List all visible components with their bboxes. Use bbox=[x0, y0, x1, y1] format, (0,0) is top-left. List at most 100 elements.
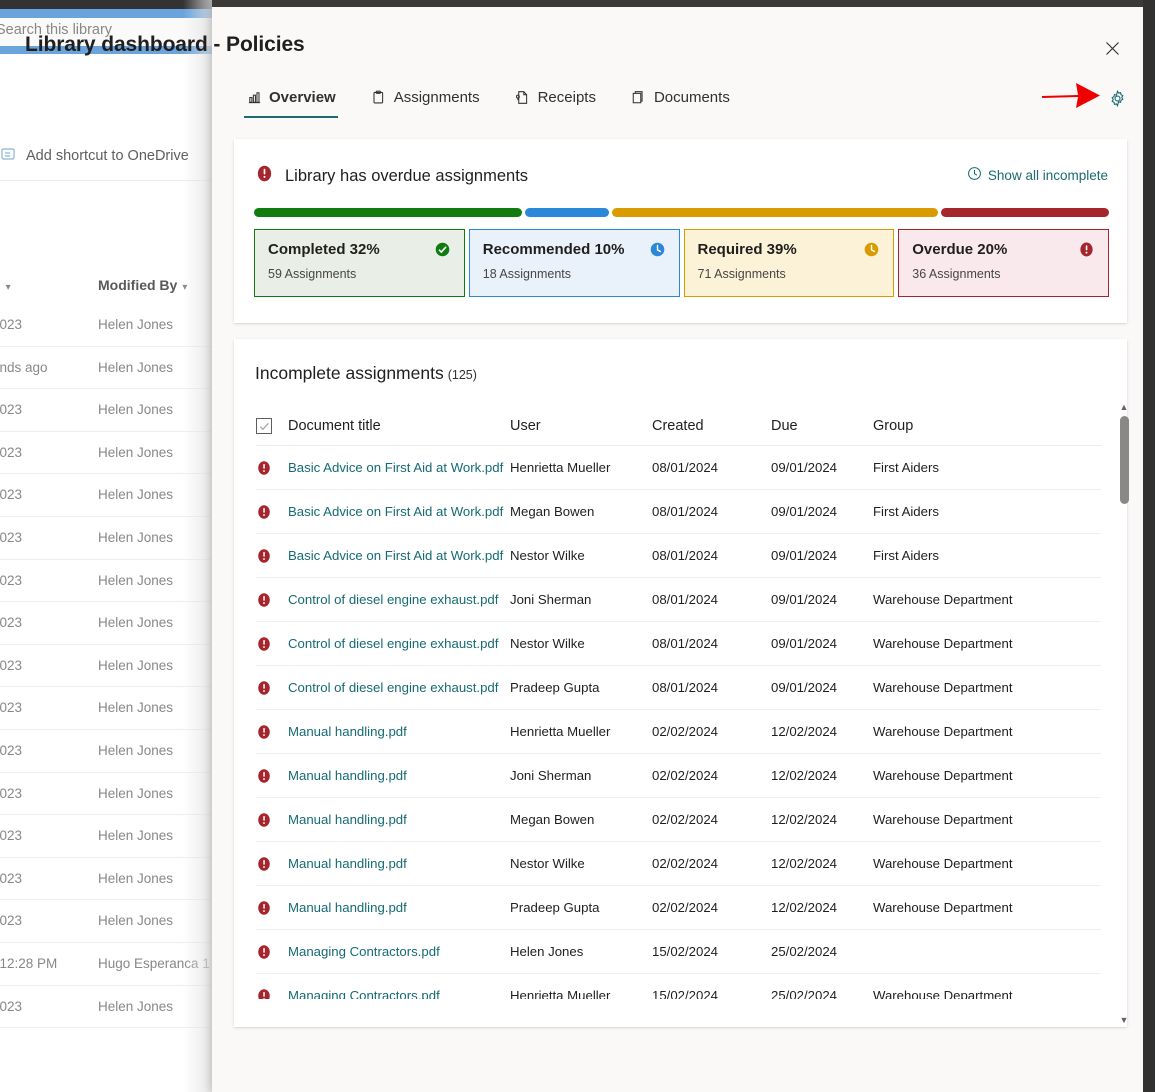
library-row[interactable]: 2023 Helen Jones bbox=[0, 815, 212, 858]
table-row[interactable]: Basic Advice on First Aid at Work.pdf Nes… bbox=[256, 534, 1101, 578]
row-document-title[interactable]: Basic Advice on First Aid at Work.pdf bbox=[288, 504, 510, 519]
error-icon bbox=[258, 856, 270, 871]
row-document-title[interactable]: Manual handling.pdf bbox=[288, 812, 510, 827]
row-document-title[interactable]: Manual handling.pdf bbox=[288, 856, 510, 871]
checkbox-checked-icon[interactable] bbox=[256, 418, 272, 434]
table-row[interactable]: Manual handling.pdf Joni Sherman 02/02/202… bbox=[256, 754, 1101, 798]
status-tile-recommended[interactable]: Recommended 10% 18 Assignments bbox=[468, 229, 680, 297]
row-document-title[interactable]: Control of diesel engine exhaust.pdf bbox=[288, 592, 510, 607]
table-row[interactable]: Manual handling.pdf Pradeep Gupta 02/02/20… bbox=[256, 886, 1101, 930]
scroll-down-arrow-icon[interactable]: ▼ bbox=[1117, 1013, 1131, 1027]
row-document-title[interactable]: Control of diesel engine exhaust.pdf bbox=[288, 680, 510, 695]
row-group: Warehouse Department bbox=[873, 988, 1013, 999]
column-header-user[interactable]: User bbox=[510, 418, 652, 434]
status-tile-label: Overdue 20% bbox=[912, 241, 1008, 258]
table-row[interactable]: Managing Contractors.pdf Henrietta Muelle… bbox=[256, 974, 1101, 999]
progress-segment-recommended bbox=[525, 208, 609, 217]
table-row[interactable]: Control of diesel engine exhaust.pdf Nest… bbox=[256, 622, 1101, 666]
row-document-title[interactable]: Manual handling.pdf bbox=[288, 900, 510, 915]
table-row[interactable]: Basic Advice on First Aid at Work.pdf Hen… bbox=[256, 446, 1101, 490]
row-created: 08/01/2024 bbox=[652, 548, 719, 563]
column-header-group[interactable]: Group bbox=[873, 418, 1101, 434]
assignments-table-body: Basic Advice on First Aid at Work.pdf Hen… bbox=[256, 446, 1101, 999]
scrollbar-thumb[interactable] bbox=[1120, 416, 1129, 504]
library-row-modified-by: Helen Jones bbox=[98, 317, 174, 332]
library-row-modified-by: Helen Jones bbox=[98, 998, 174, 1014]
tab-documents[interactable]: Documents bbox=[629, 86, 732, 118]
row-group: Warehouse Department bbox=[873, 856, 1013, 871]
library-row[interactable]: 2023 Helen Jones bbox=[0, 432, 212, 475]
library-divider bbox=[0, 180, 212, 181]
page-title: Library dashboard - Policies bbox=[25, 33, 305, 56]
select-all-cell[interactable] bbox=[256, 418, 288, 434]
row-document-title[interactable]: Control of diesel engine exhaust.pdf bbox=[288, 636, 510, 651]
row-document-title[interactable]: Basic Advice on First Aid at Work.pdf bbox=[288, 548, 510, 563]
library-row-modified: 2023 bbox=[0, 913, 23, 929]
scrollbar-track[interactable] bbox=[1119, 416, 1129, 1011]
table-row[interactable]: Manual handling.pdf Nestor Wilke 02/02/202… bbox=[256, 842, 1101, 886]
library-row[interactable]: 2023 Helen Jones bbox=[0, 560, 212, 603]
add-shortcut-to-onedrive-button[interactable]: Add shortcut to OneDrive bbox=[0, 142, 212, 170]
row-severity-cell bbox=[256, 504, 288, 520]
library-row[interactable]: 2023 Helen Jones bbox=[0, 645, 212, 688]
receipt-icon bbox=[515, 90, 531, 106]
column-header-due[interactable]: Due bbox=[771, 418, 873, 434]
library-row[interactable]: 2023 Helen Jones bbox=[0, 304, 212, 347]
row-document-title[interactable]: Managing Contractors.pdf bbox=[288, 944, 510, 959]
row-group: First Aiders bbox=[873, 504, 939, 519]
library-row[interactable]: 2023 Helen Jones bbox=[0, 602, 212, 645]
status-tile-sublabel: 18 Assignments bbox=[482, 267, 571, 281]
row-document-title[interactable]: Manual handling.pdf bbox=[288, 768, 510, 783]
settings-button[interactable] bbox=[1103, 84, 1131, 112]
status-tile-completed[interactable]: Completed 32% 59 Assignments bbox=[254, 229, 465, 297]
library-row[interactable]: 2023 Helen Jones bbox=[0, 730, 212, 773]
row-created: 08/01/2024 bbox=[652, 504, 719, 519]
column-header-created[interactable]: Created bbox=[652, 418, 771, 434]
library-row[interactable]: onds ago Helen Jones bbox=[0, 347, 212, 390]
status-tile-required[interactable]: Required 39% 71 Assignments bbox=[683, 229, 895, 297]
table-row[interactable]: Control of diesel engine exhaust.pdf Prad… bbox=[256, 666, 1101, 710]
table-row[interactable]: Manual handling.pdf Henrietta Mueller 02/0… bbox=[256, 710, 1101, 754]
library-row[interactable]: 2023 Helen Jones bbox=[0, 900, 212, 943]
status-tile-sublabel: 71 Assignments bbox=[697, 267, 786, 281]
library-row[interactable]: 2023 Helen Jones bbox=[0, 773, 212, 816]
tab-assignments[interactable]: Assignments bbox=[369, 86, 482, 118]
library-row[interactable]: : 12:28 PMHugo Esperanca 1 bbox=[0, 943, 212, 986]
row-document-title[interactable]: Managing Contractors.pdf bbox=[288, 988, 510, 999]
tab-receipts[interactable]: Receipts bbox=[513, 86, 598, 118]
library-row[interactable]: 2023 Helen Jones bbox=[0, 986, 212, 1029]
summary-alert: Library has overdue assignments bbox=[255, 164, 528, 188]
column-header-title[interactable]: Document title bbox=[288, 418, 510, 434]
chevron-down-icon: ▾ bbox=[5, 282, 11, 293]
row-document-title[interactable]: Basic Advice on First Aid at Work.pdf bbox=[288, 460, 510, 475]
library-row-modified: 2023 bbox=[0, 317, 23, 332]
library-row-modified: 2023 bbox=[0, 444, 23, 460]
error-icon bbox=[258, 636, 270, 651]
dialog-tabs: Overview Assignments Receipts Documents bbox=[244, 86, 732, 118]
assignments-scrollbar[interactable]: ▲ ▼ bbox=[1117, 400, 1131, 1027]
library-row-modified: 2023 bbox=[0, 998, 23, 1014]
scroll-up-arrow-icon[interactable]: ▲ bbox=[1117, 400, 1131, 414]
table-row[interactable]: Control of diesel engine exhaust.pdf Joni… bbox=[256, 578, 1101, 622]
library-row-modified: 2023 bbox=[0, 615, 23, 631]
library-row[interactable]: 2023 Helen Jones bbox=[0, 474, 212, 517]
table-row[interactable]: Managing Contractors.pdf Helen Jones 15/02… bbox=[256, 930, 1101, 974]
error-icon bbox=[258, 944, 270, 959]
close-button[interactable] bbox=[1096, 32, 1128, 64]
row-document-title[interactable]: Manual handling.pdf bbox=[288, 724, 510, 739]
row-group: First Aiders bbox=[873, 460, 939, 475]
table-row[interactable]: Basic Advice on First Aid at Work.pdf Meg… bbox=[256, 490, 1101, 534]
library-row[interactable]: 2023 Helen Jones bbox=[0, 389, 212, 432]
library-row[interactable]: 2023 Helen Jones bbox=[0, 517, 212, 560]
add-shortcut-label: Add shortcut to OneDrive bbox=[26, 148, 189, 164]
library-row-modified: 2023 bbox=[0, 572, 23, 588]
library-col-modified[interactable]: d▾ bbox=[0, 277, 11, 293]
tab-overview[interactable]: Overview bbox=[244, 86, 338, 118]
table-row[interactable]: Manual handling.pdf Megan Bowen 02/02/2024… bbox=[256, 798, 1101, 842]
show-all-incomplete-link[interactable]: Show all incomplete bbox=[967, 166, 1108, 184]
status-tile-overdue[interactable]: Overdue 20% 36 Assignments bbox=[898, 229, 1109, 297]
library-col-modified-by[interactable]: Modified By▾ bbox=[98, 277, 187, 293]
library-row[interactable]: 2023 Helen Jones bbox=[0, 687, 212, 730]
row-due: 12/02/2024 bbox=[771, 724, 838, 739]
library-row[interactable]: 2023 Helen Jones bbox=[0, 858, 212, 901]
